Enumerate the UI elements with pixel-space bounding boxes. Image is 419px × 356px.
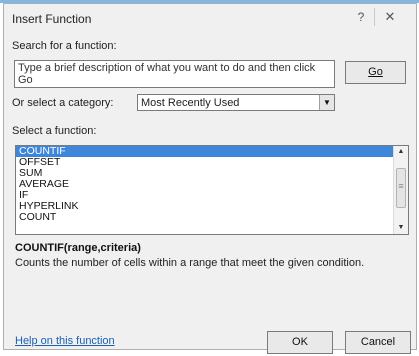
function-signature: COUNTIF(range,criteria) (15, 242, 141, 254)
go-button[interactable]: Go (345, 61, 406, 84)
category-label: Or select a category: (12, 97, 114, 109)
search-input[interactable]: Type a brief description of what you wan… (14, 60, 335, 88)
function-list-item[interactable]: COUNT (16, 212, 393, 223)
function-list-item[interactable]: OFFSET (16, 157, 393, 168)
function-list: COUNTIF OFFSET SUM AVERAGE IF HYPERLINK COUNT (16, 146, 393, 223)
select-function-label: Select a function: (12, 125, 97, 137)
function-list-item[interactable]: SUM (16, 168, 393, 179)
chevron-down-icon[interactable]: ▼ (319, 95, 334, 110)
cancel-button[interactable]: Cancel (345, 331, 411, 354)
function-description: Counts the number of cells within a rang… (15, 257, 365, 269)
insert-function-dialog: Insert Function ? ✕ Search for a functio… (3, 3, 417, 354)
help-on-function-link[interactable]: Help on this function (15, 335, 115, 347)
help-icon[interactable]: ? (348, 8, 375, 26)
function-listbox[interactable]: COUNTIF OFFSET SUM AVERAGE IF HYPERLINK COUNT … (15, 145, 409, 235)
function-list-item[interactable]: COUNTIF (16, 146, 393, 157)
scroll-down-icon[interactable]: ▼ (394, 222, 408, 234)
function-list-item[interactable]: HYPERLINK (16, 201, 393, 212)
scroll-up-icon[interactable]: ▲ (394, 146, 408, 158)
go-button-label: Go (368, 66, 383, 78)
search-label: Search for a function: (12, 40, 117, 52)
close-icon[interactable]: ✕ (377, 8, 403, 26)
category-selected-value: Most Recently Used (141, 97, 240, 109)
function-list-item[interactable]: AVERAGE (16, 179, 393, 190)
title-bar: Insert Function ? ✕ (4, 4, 416, 32)
dialog-title: Insert Function (12, 12, 92, 26)
function-list-scrollbar[interactable]: ▲ ▼ (393, 146, 408, 234)
scroll-thumb[interactable] (396, 168, 406, 208)
ok-button[interactable]: OK (267, 331, 333, 354)
category-select[interactable]: Most Recently Used ▼ (137, 94, 335, 111)
